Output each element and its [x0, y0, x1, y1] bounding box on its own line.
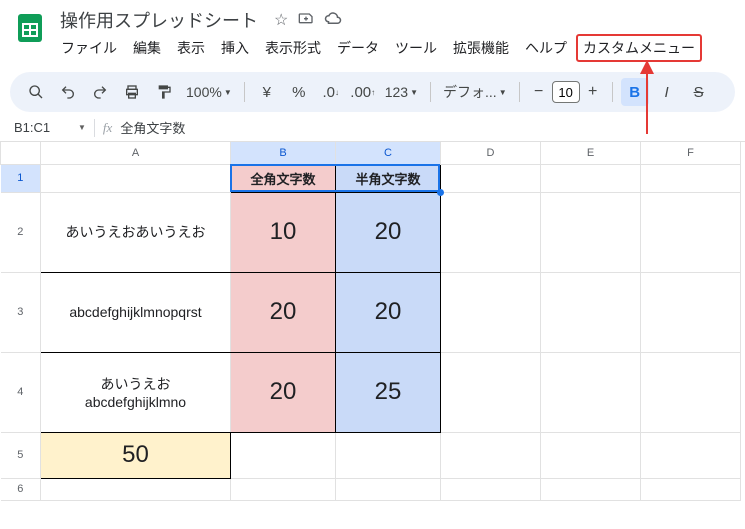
font-size-input[interactable] [552, 81, 580, 103]
cell-b1[interactable]: 全角文字数 [231, 164, 336, 192]
cell-d4[interactable] [441, 352, 541, 432]
font-selector[interactable]: デフォ... ▼ [439, 82, 511, 102]
cloud-icon[interactable] [324, 11, 342, 30]
cell-f5[interactable] [641, 432, 741, 478]
cell-c4[interactable]: 25 [336, 352, 441, 432]
cell-a6[interactable] [41, 478, 231, 500]
col-header-f[interactable]: F [641, 142, 741, 164]
menu-help[interactable]: ヘルプ [518, 34, 574, 62]
menu-bar: ファイル 編集 表示 挿入 表示形式 データ ツール 拡張機能 ヘルプ カスタム… [54, 34, 735, 62]
undo-icon[interactable] [54, 78, 82, 106]
col-header-c[interactable]: C [336, 142, 441, 164]
menu-insert[interactable]: 挿入 [214, 34, 256, 62]
cell-d1[interactable] [441, 164, 541, 192]
row-header-5[interactable]: 5 [1, 432, 41, 478]
menu-data[interactable]: データ [330, 34, 386, 62]
increase-decimal-icon[interactable]: .00↑ [349, 78, 377, 106]
print-icon[interactable] [118, 78, 146, 106]
spreadsheet-grid[interactable]: A B C D E F 1 全角文字数 半角文字数 2 あいうえおあいうえお 1… [0, 142, 741, 501]
row-header-6[interactable]: 6 [1, 478, 41, 500]
menu-tools[interactable]: ツール [388, 34, 444, 62]
currency-yen-icon[interactable]: ¥ [253, 78, 281, 106]
decrease-decimal-icon[interactable]: .0↓ [317, 78, 345, 106]
row-header-1[interactable]: 1 [1, 164, 41, 192]
row-header-4[interactable]: 4 [1, 352, 41, 432]
cell-b3[interactable]: 20 [231, 272, 336, 352]
col-header-e[interactable]: E [541, 142, 641, 164]
row-header-3[interactable]: 3 [1, 272, 41, 352]
row-header-2[interactable]: 2 [1, 192, 41, 272]
menu-view[interactable]: 表示 [170, 34, 212, 62]
selection-handle[interactable] [437, 189, 444, 196]
cell-e4[interactable] [541, 352, 641, 432]
doc-title[interactable]: 操作用スプレッドシート [54, 5, 264, 35]
cell-a1[interactable] [41, 164, 231, 192]
cell-b4[interactable]: 20 [231, 352, 336, 432]
italic-button[interactable]: I [653, 78, 681, 106]
bold-button[interactable]: B [621, 78, 649, 106]
cell-f2[interactable] [641, 192, 741, 272]
star-icon[interactable]: ☆ [274, 10, 288, 30]
cell-d6[interactable] [441, 478, 541, 500]
col-header-b[interactable]: B [231, 142, 336, 164]
cell-e5[interactable] [541, 432, 641, 478]
menu-extensions[interactable]: 拡張機能 [446, 34, 516, 62]
cell-c1[interactable]: 半角文字数 [336, 164, 441, 192]
increase-font-icon[interactable]: + [582, 80, 604, 104]
sheets-logo[interactable] [10, 8, 50, 48]
name-box[interactable]: B1:C1 [10, 118, 70, 137]
redo-icon[interactable] [86, 78, 114, 106]
cell-e3[interactable] [541, 272, 641, 352]
cell-d3[interactable] [441, 272, 541, 352]
formula-bar[interactable]: 全角文字数 [120, 118, 185, 137]
cell-f1[interactable] [641, 164, 741, 192]
cell-f6[interactable] [641, 478, 741, 500]
strikethrough-button[interactable]: S [685, 78, 713, 106]
col-header-d[interactable]: D [441, 142, 541, 164]
menu-custom[interactable]: カスタムメニュー [576, 34, 702, 62]
number-format-selector[interactable]: 123 ▼ [381, 84, 422, 100]
cell-c5[interactable] [336, 432, 441, 478]
cell-c6[interactable] [336, 478, 441, 500]
toolbar: 100% ▼ ¥ % .0↓ .00↑ 123 ▼ デフォ... ▼ − + B… [10, 72, 735, 112]
cell-d2[interactable] [441, 192, 541, 272]
cell-c3[interactable]: 20 [336, 272, 441, 352]
menu-format[interactable]: 表示形式 [258, 34, 328, 62]
cell-a4[interactable]: あいうえお abcdefghijklmno [41, 352, 231, 432]
namebox-caret-icon[interactable]: ▼ [78, 123, 86, 132]
cell-f4[interactable] [641, 352, 741, 432]
cell-d5[interactable] [441, 432, 541, 478]
cell-b2[interactable]: 10 [231, 192, 336, 272]
paint-format-icon[interactable] [150, 78, 178, 106]
cell-e2[interactable] [541, 192, 641, 272]
cell-a5[interactable]: 50 [41, 432, 231, 478]
cell-b6[interactable] [231, 478, 336, 500]
cell-e1[interactable] [541, 164, 641, 192]
fx-icon: fx [103, 120, 112, 136]
cell-e6[interactable] [541, 478, 641, 500]
cell-a2[interactable]: あいうえおあいうえお [41, 192, 231, 272]
cell-c2[interactable]: 20 [336, 192, 441, 272]
menu-file[interactable]: ファイル [54, 34, 124, 62]
cell-a3[interactable]: abcdefghijklmnopqrst [41, 272, 231, 352]
col-header-a[interactable]: A [41, 142, 231, 164]
search-icon[interactable] [22, 78, 50, 106]
decrease-font-icon[interactable]: − [528, 80, 550, 104]
cell-b5[interactable] [231, 432, 336, 478]
zoom-selector[interactable]: 100% ▼ [182, 84, 236, 100]
move-icon[interactable] [298, 10, 314, 31]
select-all-corner[interactable] [1, 142, 41, 164]
menu-edit[interactable]: 編集 [126, 34, 168, 62]
percent-icon[interactable]: % [285, 78, 313, 106]
cell-f3[interactable] [641, 272, 741, 352]
